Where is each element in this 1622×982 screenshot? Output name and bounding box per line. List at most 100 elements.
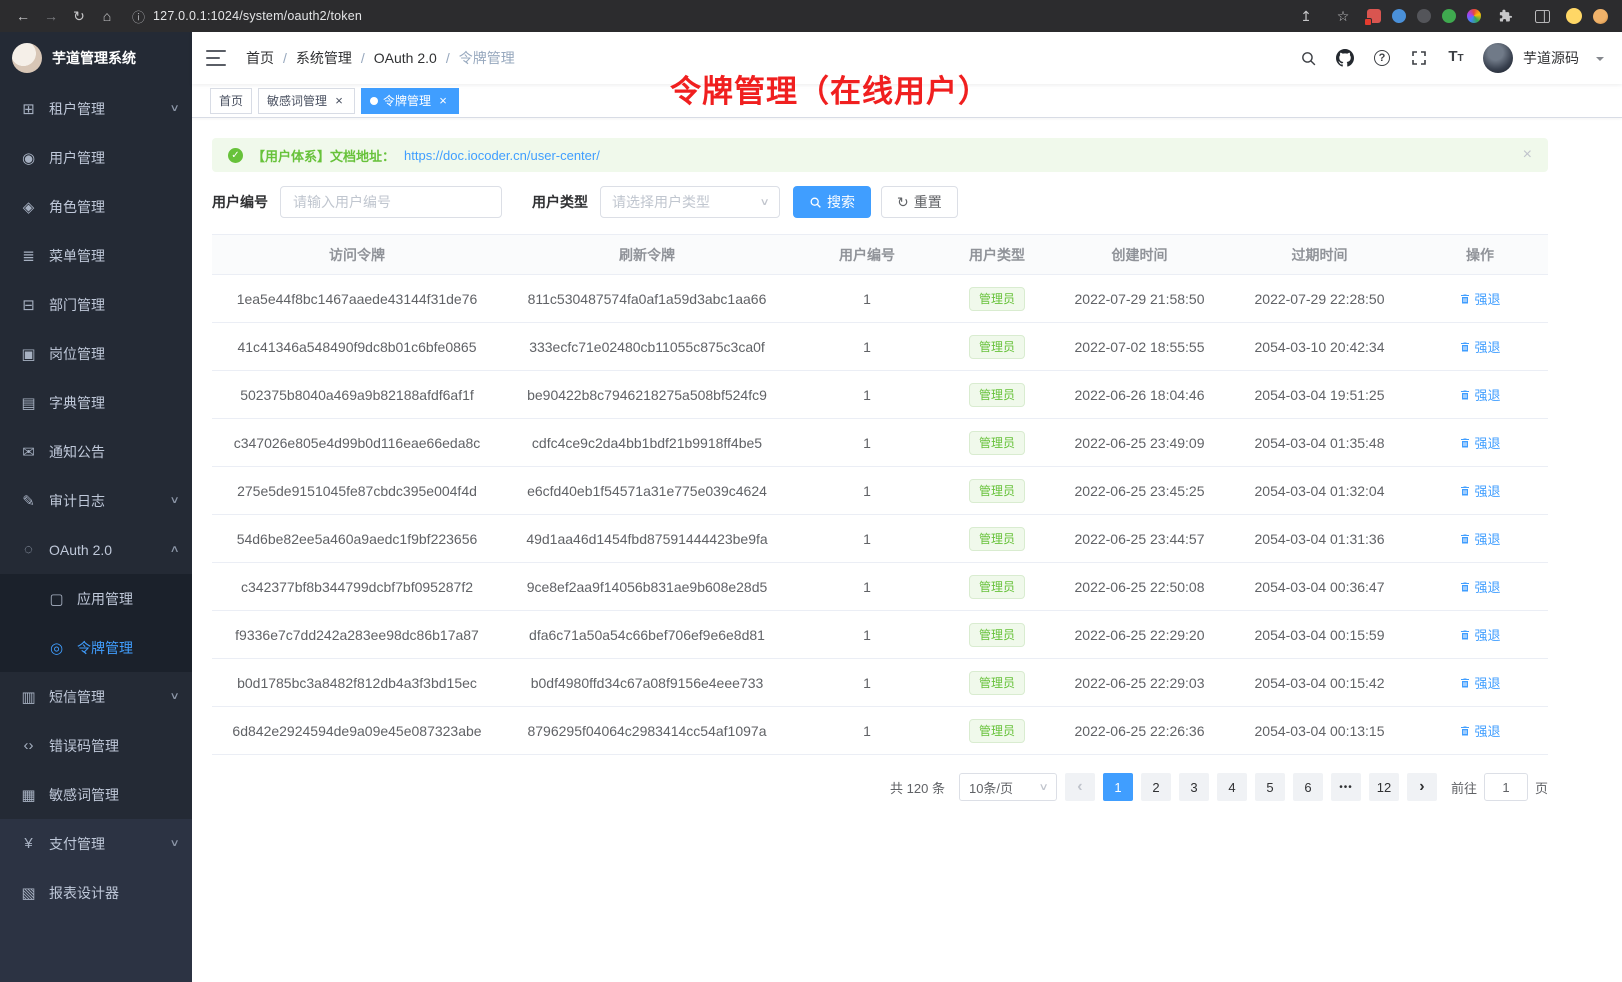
page-ellipsis[interactable]: ••• <box>1331 773 1361 801</box>
breadcrumb-separator: / <box>283 50 287 66</box>
force-logout-button[interactable]: 强退 <box>1459 625 1500 644</box>
action-cell: 强退 <box>1412 529 1548 548</box>
next-page-button[interactable]: › <box>1407 773 1437 801</box>
sidebar-item-role[interactable]: ◈角色管理 <box>0 182 192 231</box>
extensions-puzzle-icon[interactable] <box>1492 4 1518 28</box>
force-logout-button[interactable]: 强退 <box>1459 289 1500 308</box>
user-id-cell: 1 <box>792 723 942 739</box>
extension-icon-colorwheel[interactable] <box>1467 9 1481 23</box>
sidebar-item-label: 敏感词管理 <box>49 785 178 805</box>
address-bar[interactable]: ⓘ 127.0.0.1:1024/system/oauth2/token <box>122 4 1182 28</box>
user-type-tag: 管理员 <box>969 287 1025 311</box>
sidebar-item-post[interactable]: ▣岗位管理 <box>0 329 192 378</box>
back-icon[interactable]: ← <box>10 4 36 28</box>
site-info-icon[interactable]: ⓘ <box>132 7 145 26</box>
username[interactable]: 芋道源码 <box>1523 48 1579 68</box>
user-id-input[interactable] <box>280 186 502 218</box>
page-button-3[interactable]: 3 <box>1179 773 1209 801</box>
force-logout-button[interactable]: 强退 <box>1459 337 1500 356</box>
breadcrumb-item-3: 令牌管理 <box>459 48 515 68</box>
extension-badge <box>1364 18 1372 26</box>
app-logo[interactable]: 芋道管理系统 <box>0 32 192 84</box>
sidebar-item-report-designer[interactable]: ▧报表设计器 <box>0 868 192 917</box>
tab-oauth2-token[interactable]: 令牌管理× <box>361 88 459 114</box>
user-id-label: 用户编号 <box>212 192 268 212</box>
extension-icon-red[interactable] <box>1367 9 1381 23</box>
sidebar-item-tenant[interactable]: ⊞租户管理∨ <box>0 84 192 133</box>
sidebar-item-pay[interactable]: ¥支付管理∨ <box>0 819 192 868</box>
breadcrumb-item-1[interactable]: 系统管理 <box>296 48 352 68</box>
doc-link[interactable]: https://doc.iocoder.cn/user-center/ <box>404 148 600 163</box>
goto-page-input[interactable] <box>1484 773 1528 801</box>
sidebar-item-oauth2-token[interactable]: ◎令牌管理 <box>0 623 192 672</box>
extension-icon-dark[interactable] <box>1417 9 1431 23</box>
sidebar-item-error-code[interactable]: ‹›错误码管理 <box>0 721 192 770</box>
user-type-tag: 管理员 <box>969 479 1025 503</box>
help-icon[interactable]: ? <box>1372 48 1392 68</box>
refresh-token-cell: cdfc4ce9c2da4bb1bdf21b9918ff4be5 <box>502 435 792 451</box>
force-logout-button[interactable]: 强退 <box>1459 481 1500 500</box>
force-logout-button[interactable]: 强退 <box>1459 577 1500 596</box>
sidebar-item-label: OAuth 2.0 <box>49 542 165 558</box>
action-cell: 强退 <box>1412 673 1548 692</box>
tab-sensitive-word[interactable]: 敏感词管理 × <box>258 88 355 114</box>
user-type-label: 用户类型 <box>532 192 588 212</box>
close-tab-icon[interactable]: × <box>332 94 346 108</box>
split-view-icon[interactable] <box>1529 4 1555 28</box>
extension-icon-blue[interactable] <box>1392 9 1406 23</box>
sidebar-item-oauth2[interactable]: ◌OAuth 2.0∧ <box>0 525 192 574</box>
force-logout-button[interactable]: 强退 <box>1459 721 1500 740</box>
force-logout-button[interactable]: 强退 <box>1459 385 1500 404</box>
emoji-avatar-icon[interactable] <box>1566 8 1582 24</box>
sensitive-word-icon: ▦ <box>20 786 37 804</box>
sidebar-item-dict[interactable]: ▤字典管理 <box>0 378 192 427</box>
page-size-select[interactable]: 10条/页 ∨ <box>959 773 1057 801</box>
fullscreen-icon[interactable] <box>1409 48 1429 68</box>
sidebar-item-user[interactable]: ◉用户管理 <box>0 133 192 182</box>
breadcrumb-item-2[interactable]: OAuth 2.0 <box>374 50 437 66</box>
delete-icon <box>1459 581 1471 593</box>
page-buttons: 123456•••12 <box>1103 773 1399 801</box>
github-icon[interactable] <box>1335 48 1355 68</box>
refresh-icon[interactable]: ↻ <box>66 4 92 28</box>
page-button-12[interactable]: 12 <box>1369 773 1399 801</box>
breadcrumb-item-0[interactable]: 首页 <box>246 48 274 68</box>
page-button-1[interactable]: 1 <box>1103 773 1133 801</box>
force-logout-label: 强退 <box>1474 673 1500 692</box>
forward-icon[interactable]: → <box>38 4 64 28</box>
sidebar-item-menu[interactable]: ≣菜单管理 <box>0 231 192 280</box>
sidebar-item-oauth2-app[interactable]: ▢应用管理 <box>0 574 192 623</box>
extension-icon-green[interactable] <box>1442 9 1456 23</box>
share-icon[interactable]: ↥ <box>1293 4 1319 28</box>
reset-button[interactable]: ↻ 重置 <box>881 186 958 218</box>
sidebar-item-notice[interactable]: ✉通知公告 <box>0 427 192 476</box>
browser-profile-icon[interactable] <box>1593 9 1608 24</box>
sidebar-item-audit-log[interactable]: ✎审计日志∨ <box>0 476 192 525</box>
user-type-select[interactable]: 请选择用户类型 ∨ <box>600 186 780 218</box>
search-icon[interactable] <box>1298 48 1318 68</box>
collapse-sidebar-icon[interactable] <box>206 50 226 66</box>
sidebar-item-sms[interactable]: ▥短信管理∨ <box>0 672 192 721</box>
force-logout-button[interactable]: 强退 <box>1459 673 1500 692</box>
close-tab-icon[interactable]: × <box>436 94 450 108</box>
font-size-icon[interactable]: TT <box>1446 48 1466 68</box>
prev-page-button[interactable]: ‹ <box>1065 773 1095 801</box>
force-logout-button[interactable]: 强退 <box>1459 433 1500 452</box>
created-at-cell: 2022-06-25 23:44:57 <box>1052 531 1227 547</box>
close-alert-icon[interactable]: × <box>1523 146 1532 164</box>
bookmark-star-icon[interactable]: ☆ <box>1330 4 1356 28</box>
tab-home[interactable]: 首页 <box>210 88 252 114</box>
sidebar-item-sensitive-word[interactable]: ▦ 敏感词管理 <box>0 770 192 819</box>
search-button[interactable]: 搜索 <box>793 186 871 218</box>
page-button-2[interactable]: 2 <box>1141 773 1171 801</box>
user-type-tag: 管理员 <box>969 383 1025 407</box>
sidebar-item-dept[interactable]: ⊟部门管理 <box>0 280 192 329</box>
page-button-6[interactable]: 6 <box>1293 773 1323 801</box>
page-button-5[interactable]: 5 <box>1255 773 1285 801</box>
home-icon[interactable]: ⌂ <box>94 4 120 28</box>
user-avatar[interactable] <box>1483 43 1513 73</box>
chevron-down-icon[interactable] <box>1596 57 1604 65</box>
page-button-4[interactable]: 4 <box>1217 773 1247 801</box>
force-logout-button[interactable]: 强退 <box>1459 529 1500 548</box>
tab-label: 敏感词管理 <box>267 92 327 109</box>
